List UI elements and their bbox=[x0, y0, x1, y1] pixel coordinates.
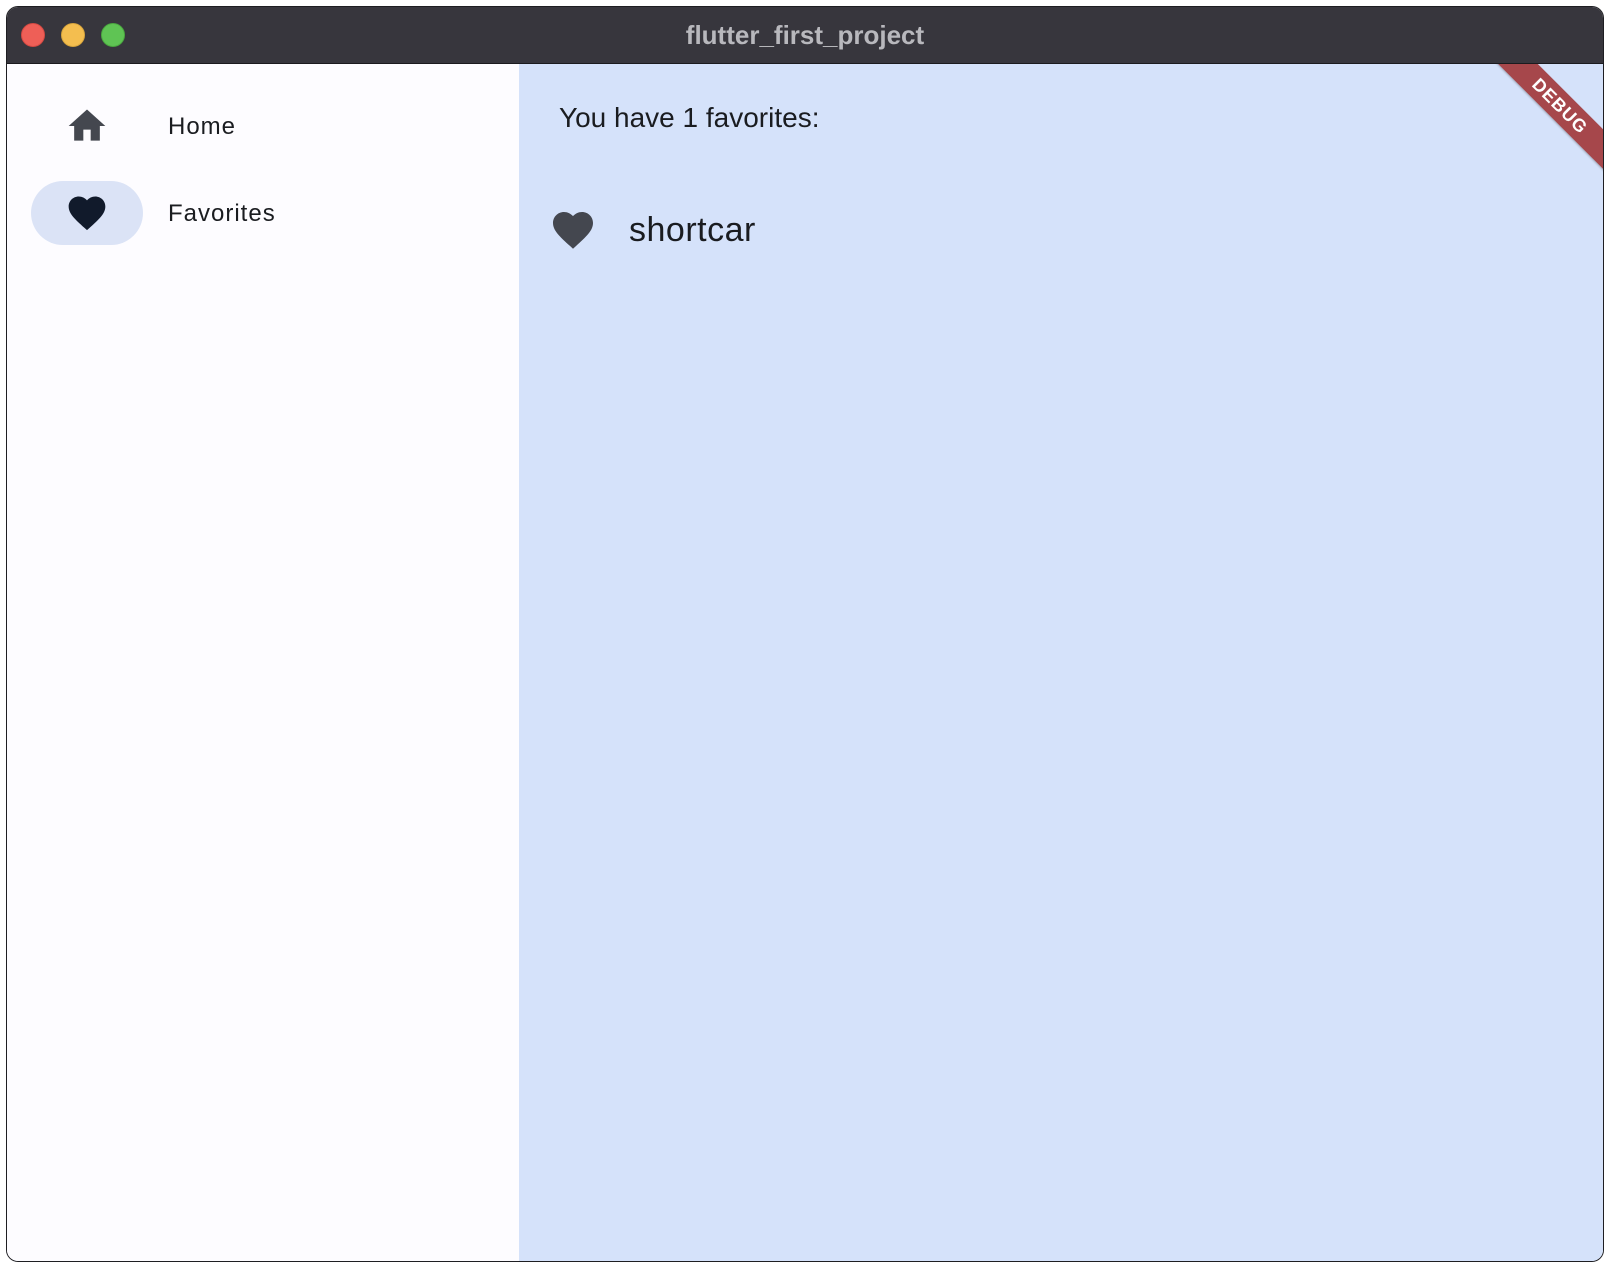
debug-banner: DEBUG bbox=[1489, 64, 1603, 177]
nav-item-favorites[interactable]: Favorites bbox=[7, 174, 519, 254]
navigation-rail: Home Favorites bbox=[7, 64, 519, 1261]
favorite-list-item[interactable]: shortcar bbox=[519, 192, 1603, 264]
heart-icon bbox=[553, 212, 593, 249]
app-window: flutter_first_project Home Favorites You… bbox=[6, 6, 1604, 1262]
favorites-page: You have 1 favorites: shortcar DEBUG bbox=[519, 64, 1603, 1261]
nav-item-home[interactable]: Home bbox=[7, 87, 519, 167]
favorites-count-heading: You have 1 favorites: bbox=[559, 102, 820, 133]
title-bar[interactable]: flutter_first_project bbox=[7, 7, 1603, 64]
heart-icon bbox=[68, 196, 106, 231]
window-title: flutter_first_project bbox=[685, 20, 925, 50]
nav-item-label: Favorites bbox=[168, 200, 276, 227]
favorite-word: shortcar bbox=[629, 211, 756, 249]
home-icon bbox=[68, 109, 106, 141]
nav-item-label: Home bbox=[168, 113, 237, 140]
